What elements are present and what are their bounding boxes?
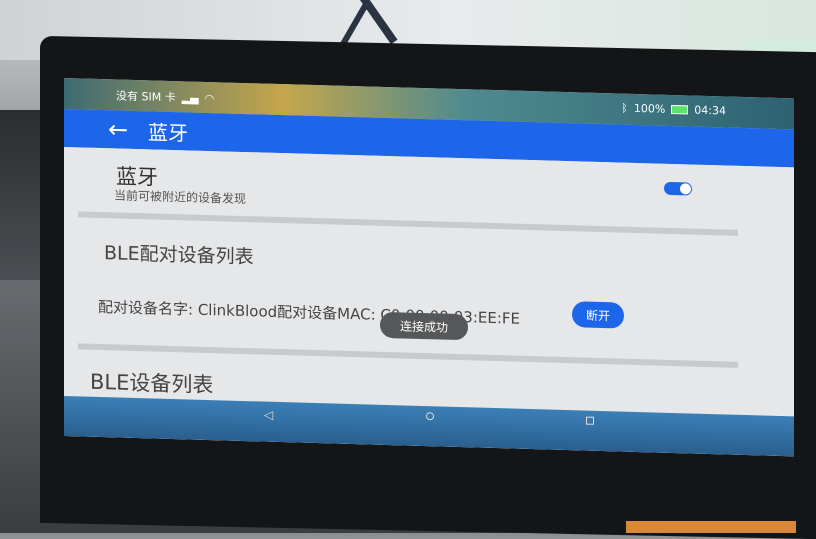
status-left: 没有 SIM 卡 ▂▄ ◠	[116, 87, 214, 106]
nav-home-icon[interactable]	[426, 412, 434, 421]
section-divider	[78, 343, 738, 368]
battery-percent: 100%	[633, 101, 666, 116]
device-list-header: BLE设备列表	[90, 369, 214, 398]
back-arrow-icon[interactable]: ←	[108, 115, 132, 144]
wifi-icon: ◠	[204, 91, 215, 105]
page-title: 蓝牙	[148, 119, 188, 145]
bluetooth-setting-subtitle: 当前可被附近的设备发现	[114, 188, 247, 207]
nav-back-icon[interactable]: ◁	[264, 408, 273, 422]
toggle-knob	[680, 183, 691, 195]
battery-icon	[671, 104, 689, 115]
bluetooth-icon: ᛒ	[621, 101, 628, 115]
section-divider	[78, 211, 738, 236]
signal-icon: ▂▄	[181, 90, 199, 105]
nav-recent-icon[interactable]	[586, 416, 594, 425]
status-right: ᛒ 100% 04:34	[621, 102, 726, 118]
bluetooth-toggle[interactable]	[664, 181, 692, 196]
paired-devices-header: BLE配对设备列表	[104, 242, 254, 269]
desk-object	[626, 521, 796, 533]
clock: 04:34	[694, 103, 726, 118]
disconnect-button[interactable]: 断开	[572, 301, 624, 329]
desk-object	[0, 110, 40, 280]
device-screen: 没有 SIM 卡 ▂▄ ◠ ᛒ 100% 04:34 ← 蓝牙 蓝牙 当前可被附…	[64, 78, 794, 457]
carrier-text: 没有 SIM 卡	[116, 89, 176, 105]
toast-message: 连接成功	[380, 311, 468, 341]
